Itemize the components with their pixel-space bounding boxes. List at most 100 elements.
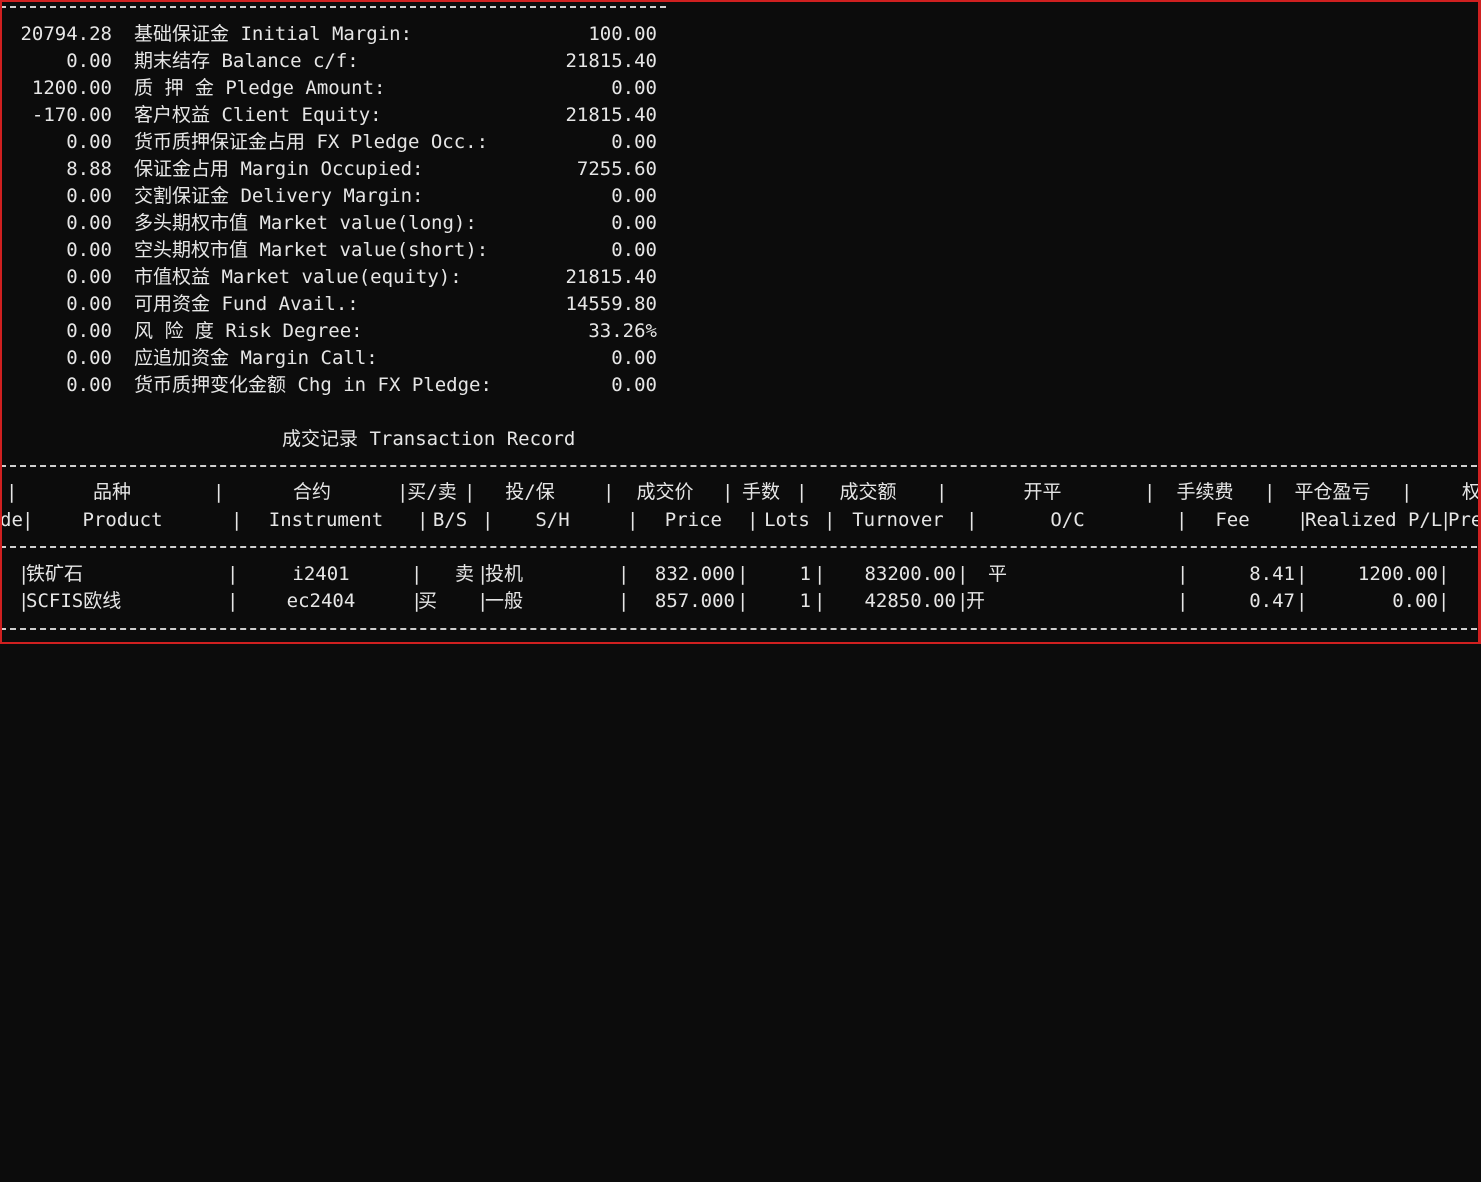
summary-row: 0.00 市值权益 Market value(equity): 21815.40: [0, 264, 700, 291]
summary-row: 0.00 空头期权市值 Market value(short): 0.00: [0, 237, 700, 264]
summary-right-value: 14559.80: [565, 293, 657, 315]
column-header-product-en: Product: [82, 509, 163, 531]
cell-instrument: i2401: [292, 563, 350, 585]
column-separator: |: [1438, 563, 1450, 585]
column-separator: |: [1401, 481, 1413, 503]
summary-left-value: -170.00: [31, 104, 112, 126]
table-row: | SCFIS欧线 | ec2404 | 买 | 一般 | 857.000 | …: [0, 588, 1481, 615]
summary-row: 1200.00 质 押 金 Pledge Amount: 0.00: [0, 75, 700, 102]
column-separator: |: [627, 509, 639, 531]
column-header-sh-cn: 投/保: [505, 481, 555, 503]
summary-label: 可用资金 Fund Avail.:: [134, 293, 359, 315]
column-header-equity-cn: 权: [1462, 481, 1481, 503]
summary-left-value: 8.88: [66, 158, 112, 180]
cell-oc: 开: [966, 590, 986, 612]
column-header-sh-en: S/H: [535, 509, 570, 531]
summary-right-value: 0.00: [611, 131, 657, 153]
summary-right-value: 0.00: [611, 212, 657, 234]
summary-row: 0.00 应追加资金 Margin Call: 0.00: [0, 345, 700, 372]
summary-label: 风 险 度 Risk Degree:: [134, 320, 363, 342]
column-header-lots-cn: 手数: [741, 481, 780, 503]
cell-instrument: ec2404: [286, 590, 356, 612]
cell-sh: 一般: [485, 590, 524, 612]
summary-label: 货币质押保证金占用 FX Pledge Occ.:: [134, 131, 489, 153]
column-header-instrument-en: Instrument: [268, 509, 384, 531]
summary-label: 客户权益 Client Equity:: [134, 104, 382, 126]
summary-left-value: 20794.28: [20, 23, 112, 45]
summary-label: 质 押 金 Pledge Amount:: [134, 77, 386, 99]
column-header-bs-cn: 买/卖: [407, 481, 457, 503]
column-separator: |: [1438, 590, 1450, 612]
summary-left-value: 0.00: [66, 239, 112, 261]
column-header-lots-en: Lots: [764, 509, 810, 531]
summary-left-value: 0.00: [66, 50, 112, 72]
column-separator: |: [936, 481, 948, 503]
cell-realized: 0.00: [1392, 590, 1438, 612]
cell-turnover: 42850.00: [864, 590, 956, 612]
summary-label: 空头期权市值 Market value(short):: [134, 239, 489, 261]
cell-fee: 8.41: [1249, 563, 1295, 585]
summary-left-value: 0.00: [66, 185, 112, 207]
summary-row: 8.88 保证金占用 Margin Occupied: 7255.60: [0, 156, 700, 183]
cell-bs: 买: [418, 590, 438, 612]
summary-row: 0.00 多头期权市值 Market value(long): 0.00: [0, 210, 700, 237]
summary-row: 0.00 货币质押保证金占用 FX Pledge Occ.: 0.00: [0, 129, 700, 156]
table-row: | 铁矿石 | i2401 | 卖 | 投机 | 832.000 | 1 | 8…: [0, 561, 1481, 588]
summary-right-value: 0.00: [611, 239, 657, 261]
cell-product: 铁矿石: [26, 563, 84, 585]
cell-price: 832.000: [654, 563, 735, 585]
summary-label: 货币质押变化金额 Chg in FX Pledge:: [134, 374, 492, 396]
summary-row: 20794.28 基础保证金 Initial Margin: 100.00: [0, 21, 700, 48]
cell-turnover: 83200.00: [864, 563, 956, 585]
column-separator: |: [957, 563, 969, 585]
summary-label: 期末结存 Balance c/f:: [134, 50, 359, 72]
cell-oc: 平: [988, 563, 1008, 585]
top-dashed-separator: [0, 6, 666, 8]
summary-left-value: 0.00: [66, 293, 112, 315]
column-header-premium-en: Pre: [1448, 509, 1481, 531]
summary-right-value: 33.26%: [588, 320, 657, 342]
summary-right-value: 0.00: [611, 347, 657, 369]
cell-realized: 1200.00: [1357, 563, 1438, 585]
summary-left-value: 0.00: [66, 374, 112, 396]
summary-right-value: 7255.60: [576, 158, 657, 180]
column-header-realized-en: Realized P/L: [1305, 509, 1443, 531]
summary-label: 多头期权市值 Market value(long):: [134, 212, 477, 234]
column-header-bs-en: B/S: [432, 509, 468, 531]
column-header-realized-cn: 平仓盈亏: [1294, 481, 1371, 503]
column-header-product-cn: 品种: [92, 481, 131, 503]
table-top-dashed-separator: [0, 465, 1477, 467]
summary-label: 市值权益 Market value(equity):: [134, 266, 462, 288]
summary-label: 应追加资金 Margin Call:: [134, 347, 378, 369]
cell-lots: 1: [799, 563, 811, 585]
summary-row: -170.00 客户权益 Client Equity: 21815.40: [0, 102, 700, 129]
summary-right-value: 0.00: [611, 77, 657, 99]
column-header-turnover-en: Turnover: [852, 509, 944, 531]
summary-left-value: 0.00: [66, 131, 112, 153]
summary-left-value: 0.00: [66, 320, 112, 342]
table-header-en: de | Product | Instrument | B/S | S/H | …: [0, 507, 1481, 534]
column-separator: |: [213, 481, 225, 503]
summary-row: 0.00 可用资金 Fund Avail.: 14559.80: [0, 291, 700, 318]
column-header-price-en: Price: [664, 509, 722, 531]
column-header-price-cn: 成交价: [636, 481, 694, 503]
summary-row: 0.00 风 险 度 Risk Degree: 33.26%: [0, 318, 700, 345]
summary-left-value: 0.00: [66, 212, 112, 234]
column-header-turnover-cn: 成交额: [839, 481, 897, 503]
summary-right-value: 0.00: [611, 185, 657, 207]
summary-right-value: 21815.40: [565, 266, 657, 288]
table-header-cn: | 品种 | 合约 | 买/卖 | 投/保 | 成交价 | 手数 | 成交额 |…: [0, 479, 1481, 506]
summary-left-value: 0.00: [66, 347, 112, 369]
summary-right-value: 100.00: [588, 23, 657, 45]
table-bottom-dashed-separator: [0, 628, 1477, 630]
transaction-record-title: 成交记录 Transaction Record: [282, 428, 576, 450]
column-header-fee-cn: 手续费: [1176, 481, 1234, 503]
summary-label: 保证金占用 Margin Occupied:: [134, 158, 424, 180]
summary-label: 基础保证金 Initial Margin:: [134, 23, 413, 45]
summary-row: 0.00 交割保证金 Delivery Margin: 0.00: [0, 183, 700, 210]
summary-left-value: 1200.00: [31, 77, 112, 99]
cell-lots: 1: [799, 590, 811, 612]
column-separator: |: [6, 481, 18, 503]
summary-row: 0.00 期末结存 Balance c/f: 21815.40: [0, 48, 700, 75]
summary-right-value: 21815.40: [565, 50, 657, 72]
